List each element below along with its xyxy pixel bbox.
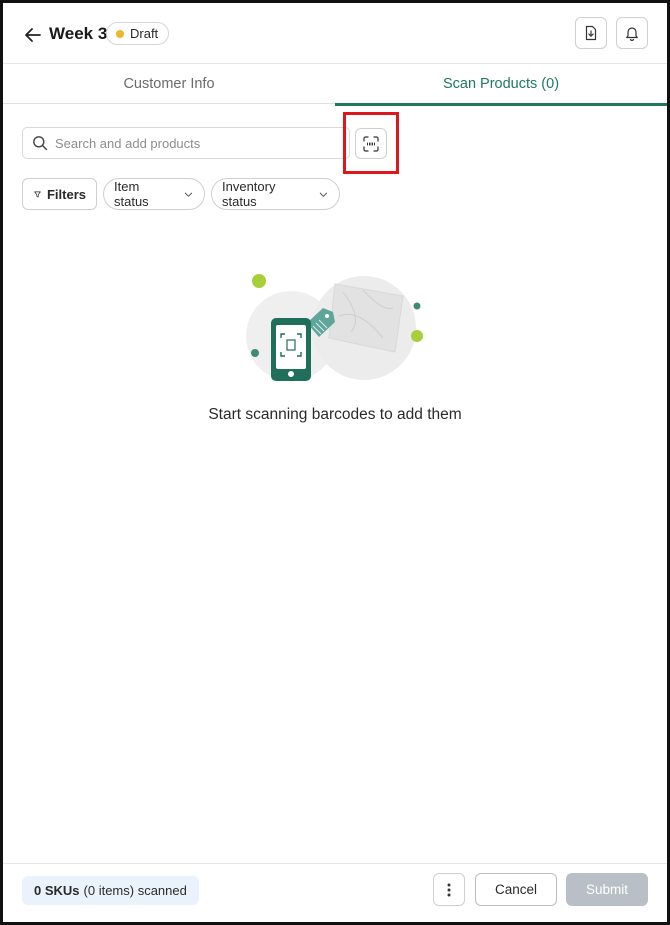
search-input[interactable]: [55, 135, 335, 151]
filters-button[interactable]: Filters: [22, 178, 97, 210]
file-download-icon: [585, 25, 597, 41]
item-status-dropdown[interactable]: Item status: [103, 178, 205, 210]
page-title: Week 3: [49, 24, 108, 43]
scanned-count-badge: 0 SKUs (0 items) scanned: [22, 876, 199, 905]
item-status-label: Item status: [114, 179, 149, 209]
inventory-status-dropdown[interactable]: Inventory status: [211, 178, 340, 210]
chevron-down-icon: [319, 192, 328, 197]
filter-funnel-icon: [34, 191, 41, 197]
tab-bar: Customer Info Scan Products (0): [3, 63, 667, 106]
tab-scan-products[interactable]: Scan Products (0): [335, 64, 667, 106]
barcode-scan-icon: [363, 135, 379, 152]
app-frame: Week 3 Draft Customer Info Scan Products…: [0, 0, 670, 925]
sku-count: 0 SKUs: [34, 883, 80, 898]
cancel-button[interactable]: Cancel: [475, 873, 557, 906]
back-button[interactable]: [21, 23, 45, 47]
items-scanned-text: (0 items) scanned: [83, 883, 187, 898]
notifications-button[interactable]: [616, 17, 648, 49]
more-options-button[interactable]: [433, 873, 465, 906]
scan-barcode-illustration: [246, 274, 423, 381]
inventory-status-label: Inventory status: [222, 179, 276, 209]
status-dot-icon: [116, 29, 124, 38]
barcode-scan-button[interactable]: [355, 128, 387, 159]
bell-icon: [626, 27, 638, 41]
status-badge-label: Draft: [130, 26, 159, 41]
submit-button[interactable]: Submit: [566, 873, 648, 906]
status-badge: Draft: [106, 22, 170, 45]
search-box: [22, 127, 350, 159]
search-icon: [33, 136, 48, 151]
filters-label: Filters: [46, 186, 86, 202]
chevron-down-icon: [184, 192, 193, 197]
tab-customer-info[interactable]: Customer Info: [3, 64, 335, 104]
arrow-left-icon: [25, 28, 41, 42]
header: Week 3 Draft: [3, 3, 667, 65]
more-vertical-icon: [447, 883, 451, 896]
footer-bar: 0 SKUs (0 items) scanned Cancel Submit: [3, 863, 667, 922]
empty-state-message: Start scanning barcodes to add them: [208, 406, 462, 423]
download-button[interactable]: [575, 17, 607, 49]
